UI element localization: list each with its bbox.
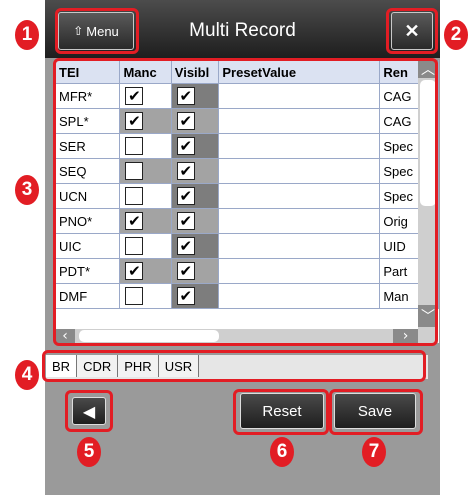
column-header[interactable]: Visibl	[170, 60, 220, 84]
visible-checkbox[interactable]: ✔	[176, 212, 195, 230]
visible-checkbox[interactable]: ✔	[176, 187, 195, 205]
column-header[interactable]: TEI	[55, 60, 121, 84]
column-header[interactable]: Manc	[119, 60, 172, 84]
back-button[interactable]: ◀	[72, 397, 106, 425]
visible-checkbox[interactable]: ✔	[176, 262, 195, 280]
mandatory-cell[interactable]: ✔	[119, 258, 172, 284]
mandatory-checkbox[interactable]	[125, 137, 144, 155]
tei-cell[interactable]: SEQ	[55, 158, 121, 184]
mandatory-checkbox[interactable]	[125, 187, 144, 205]
preset-value-cell[interactable]	[218, 258, 381, 284]
preset-value-cell[interactable]	[218, 283, 381, 309]
mandatory-checkbox[interactable]	[125, 237, 144, 255]
callout-badge-5: 5	[77, 437, 101, 467]
close-button[interactable]: ✕	[391, 12, 433, 50]
tab-usr[interactable]: USR	[158, 355, 200, 377]
visible-cell[interactable]: ✔	[170, 183, 220, 209]
mandatory-cell[interactable]: ✔	[119, 83, 172, 109]
mandatory-checkbox[interactable]	[125, 287, 144, 305]
mandatory-checkbox[interactable]: ✔	[125, 262, 144, 280]
table-row[interactable]: PNO* ✔ ✔ Orig	[55, 208, 439, 234]
visible-checkbox[interactable]: ✔	[176, 137, 195, 155]
horizontal-scrollbar[interactable]: ‹ ›	[55, 328, 418, 344]
table-row[interactable]: PDT* ✔ ✔ Part	[55, 258, 439, 284]
table-row[interactable]: UIC ✔ UID	[55, 233, 439, 259]
preset-value-cell[interactable]	[218, 158, 381, 184]
table-row[interactable]: SEQ ✔ Spec	[55, 158, 439, 184]
menu-button-label: Menu	[86, 23, 119, 39]
vertical-scrollbar[interactable]: ︿ ﹀	[418, 60, 438, 343]
visible-cell[interactable]: ✔	[170, 208, 220, 234]
preset-value-cell[interactable]	[218, 133, 381, 159]
table-row[interactable]: MFR* ✔ ✔ CAG	[55, 83, 439, 109]
callout-badge-4: 4	[15, 360, 39, 390]
preset-value-cell[interactable]	[218, 233, 381, 259]
visible-cell[interactable]: ✔	[170, 283, 220, 309]
mandatory-checkbox[interactable]: ✔	[125, 112, 144, 130]
callout-badge-1: 1	[15, 20, 39, 50]
table-row[interactable]: UCN ✔ Spec	[55, 183, 439, 209]
callout-badge-3: 3	[15, 175, 39, 205]
mandatory-cell[interactable]: ✔	[119, 208, 172, 234]
mandatory-checkbox[interactable]	[125, 162, 144, 180]
tei-cell[interactable]: UCN	[55, 183, 121, 209]
close-icon: ✕	[404, 20, 420, 41]
scroll-up-icon[interactable]: ︿	[418, 60, 438, 78]
menu-button[interactable]: ⇧ Menu	[58, 12, 134, 50]
grid-table: TEI Manc Visibl PresetValue Ren MFR* ✔ ✔ CAG SPL…	[55, 60, 439, 309]
tei-cell[interactable]: SER	[55, 133, 121, 159]
mandatory-cell[interactable]	[119, 233, 172, 259]
visible-cell[interactable]: ✔	[170, 133, 220, 159]
visible-cell[interactable]: ✔	[170, 233, 220, 259]
tei-cell[interactable]: DMF	[55, 283, 121, 309]
preset-value-cell[interactable]	[218, 183, 381, 209]
tab-br[interactable]: BR	[46, 355, 78, 377]
preset-value-cell[interactable]	[218, 83, 381, 109]
reset-button[interactable]: Reset	[240, 393, 324, 429]
visible-checkbox[interactable]: ✔	[176, 237, 195, 255]
record-tabs: BR CDR PHR USR	[46, 354, 428, 379]
preset-value-cell[interactable]	[218, 108, 381, 134]
mandatory-cell[interactable]	[119, 158, 172, 184]
table-row[interactable]: SPL* ✔ ✔ CAG	[55, 108, 439, 134]
mandatory-checkbox[interactable]: ✔	[125, 212, 144, 230]
column-header[interactable]: PresetValue	[218, 60, 381, 84]
save-button[interactable]: Save	[334, 393, 416, 429]
tab-phr[interactable]: PHR	[118, 355, 159, 377]
upload-arrow-icon: ⇧	[73, 24, 84, 38]
visible-checkbox[interactable]: ✔	[176, 287, 195, 305]
horizontal-scroll-thumb[interactable]	[79, 330, 219, 342]
visible-cell[interactable]: ✔	[170, 83, 220, 109]
table-row[interactable]: DMF ✔ Man	[55, 283, 439, 309]
mandatory-cell[interactable]	[119, 283, 172, 309]
mandatory-checkbox[interactable]: ✔	[125, 87, 144, 105]
visible-cell[interactable]: ✔	[170, 158, 220, 184]
tei-cell[interactable]: SPL*	[55, 108, 121, 134]
scroll-down-icon[interactable]: ﹀	[418, 305, 438, 327]
tab-cdr[interactable]: CDR	[77, 355, 119, 377]
callout-badge-6: 6	[270, 437, 294, 467]
callout-badge-7: 7	[362, 437, 386, 467]
multi-record-grid[interactable]: TEI Manc Visibl PresetValue Ren MFR* ✔ ✔ CAG SPL…	[55, 60, 439, 343]
visible-checkbox[interactable]: ✔	[176, 162, 195, 180]
scroll-left-icon[interactable]: ‹	[55, 328, 75, 344]
tei-cell[interactable]: PNO*	[55, 208, 121, 234]
visible-checkbox[interactable]: ✔	[176, 87, 195, 105]
tei-cell[interactable]: UIC	[55, 233, 121, 259]
mandatory-cell[interactable]	[119, 183, 172, 209]
grid-header-row: TEI Manc Visibl PresetValue Ren	[55, 60, 439, 84]
mandatory-cell[interactable]: ✔	[119, 108, 172, 134]
vertical-scroll-thumb[interactable]	[420, 80, 436, 206]
visible-checkbox[interactable]: ✔	[176, 112, 195, 130]
mandatory-cell[interactable]	[119, 133, 172, 159]
callout-badge-2: 2	[444, 20, 468, 50]
preset-value-cell[interactable]	[218, 208, 381, 234]
tei-cell[interactable]: PDT*	[55, 258, 121, 284]
table-row[interactable]: SER ✔ Spec	[55, 133, 439, 159]
scroll-right-icon[interactable]: ›	[393, 328, 418, 344]
tei-cell[interactable]: MFR*	[55, 83, 121, 109]
visible-cell[interactable]: ✔	[170, 258, 220, 284]
back-arrow-icon: ◀	[82, 401, 96, 421]
visible-cell[interactable]: ✔	[170, 108, 220, 134]
